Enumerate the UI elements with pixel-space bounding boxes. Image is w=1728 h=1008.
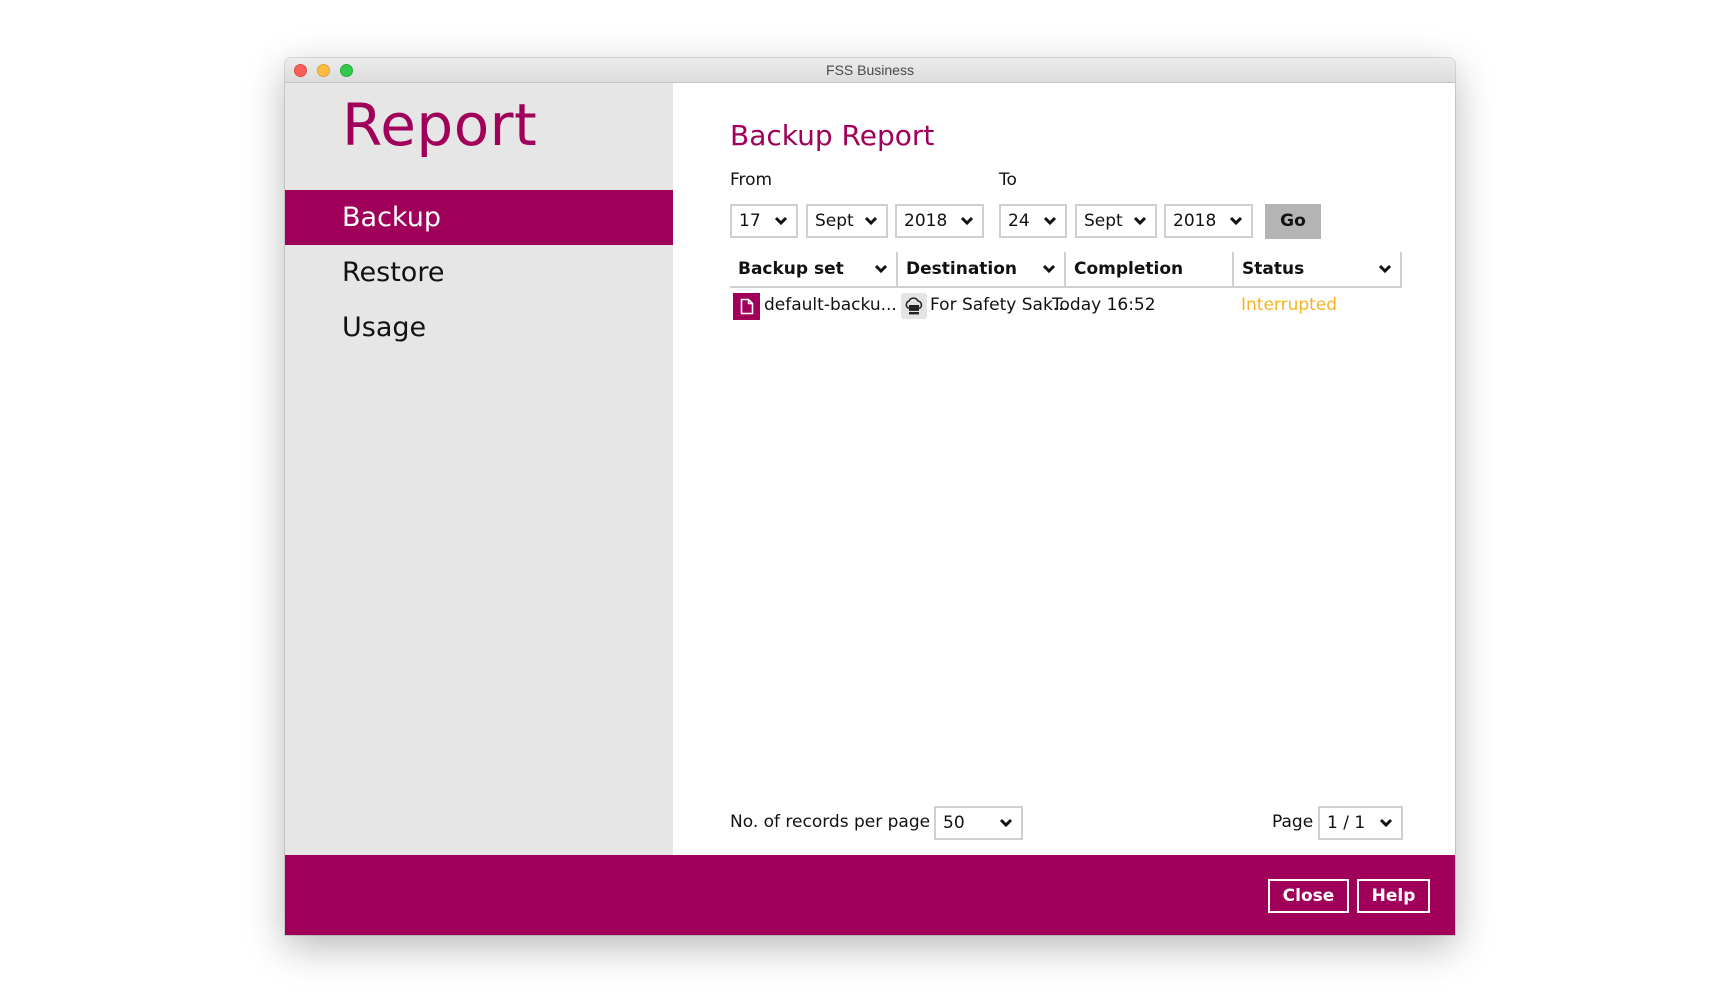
title-bar[interactable]: FSS Business	[285, 58, 1455, 83]
page-select[interactable]: 1 / 1	[1318, 806, 1403, 840]
to-month-select[interactable]: Sept	[1075, 204, 1157, 238]
sidebar: Report Backup Restore Usage	[285, 83, 673, 855]
chevron-down-icon	[1131, 206, 1149, 236]
from-day-value: 17	[739, 211, 761, 231]
table-row[interactable]: default-backu... For Safety Sak... Today…	[730, 288, 1402, 322]
window-title: FSS Business	[826, 62, 914, 78]
sidebar-item-backup[interactable]: Backup	[285, 190, 673, 245]
page-title: Backup Report	[730, 119, 935, 152]
chevron-down-icon	[958, 206, 976, 236]
help-button[interactable]: Help	[1357, 879, 1430, 913]
backup-set-cell: default-backu...	[764, 295, 897, 315]
footer-bar: Close Help	[285, 855, 1455, 935]
column-header-destination[interactable]: Destination	[898, 252, 1066, 286]
chevron-down-icon	[1227, 206, 1245, 236]
destination-cell: For Safety Sak...	[930, 295, 1070, 315]
chevron-down-icon	[772, 206, 790, 236]
chevron-down-icon	[997, 808, 1015, 838]
chevron-down-icon	[862, 206, 880, 236]
app-window: FSS Business Report Backup Restore Usage…	[285, 58, 1455, 935]
status-cell: Interrupted	[1241, 295, 1338, 315]
column-header-status[interactable]: Status	[1234, 252, 1402, 286]
to-label: To	[999, 170, 1017, 190]
records-per-page-label: No. of records per page	[730, 812, 931, 832]
from-label: From	[730, 170, 773, 190]
from-year-value: 2018	[904, 211, 948, 231]
main-content: Backup Report From To 17 Sept 2018 24 Se…	[673, 83, 1455, 855]
to-month-value: Sept	[1084, 211, 1123, 231]
from-month-select[interactable]: Sept	[806, 204, 888, 238]
close-button[interactable]: Close	[1268, 879, 1349, 913]
column-header-label: Completion	[1074, 259, 1184, 279]
from-year-select[interactable]: 2018	[895, 204, 984, 238]
from-day-select[interactable]: 17	[730, 204, 798, 238]
to-year-select[interactable]: 2018	[1164, 204, 1253, 238]
chevron-down-icon	[872, 252, 890, 286]
records-per-page-value: 50	[943, 813, 965, 833]
page-label: Page	[1272, 812, 1314, 832]
from-month-value: Sept	[815, 211, 854, 231]
table-header: Backup set Destination Completion Status	[730, 252, 1402, 288]
records-per-page-select[interactable]: 50	[934, 806, 1023, 840]
sidebar-item-usage[interactable]: Usage	[285, 300, 673, 355]
column-header-backup-set[interactable]: Backup set	[730, 252, 898, 286]
column-header-completion[interactable]: Completion	[1066, 252, 1234, 286]
to-day-value: 24	[1008, 211, 1030, 231]
to-year-value: 2018	[1173, 211, 1217, 231]
column-header-label: Destination	[906, 259, 1018, 279]
document-icon	[733, 293, 760, 320]
sidebar-item-restore[interactable]: Restore	[285, 245, 673, 300]
cloud-storage-icon	[901, 293, 927, 319]
column-header-label: Status	[1242, 259, 1305, 279]
chevron-down-icon	[1377, 808, 1395, 838]
chevron-down-icon	[1376, 252, 1394, 286]
go-button[interactable]: Go	[1265, 204, 1321, 239]
column-header-label: Backup set	[738, 259, 844, 279]
to-day-select[interactable]: 24	[999, 204, 1067, 238]
page-value: 1 / 1	[1327, 813, 1366, 833]
chevron-down-icon	[1041, 206, 1059, 236]
sidebar-title: Report	[342, 91, 538, 159]
chevron-down-icon	[1040, 252, 1058, 286]
completion-cell: Today 16:52	[1052, 295, 1156, 315]
